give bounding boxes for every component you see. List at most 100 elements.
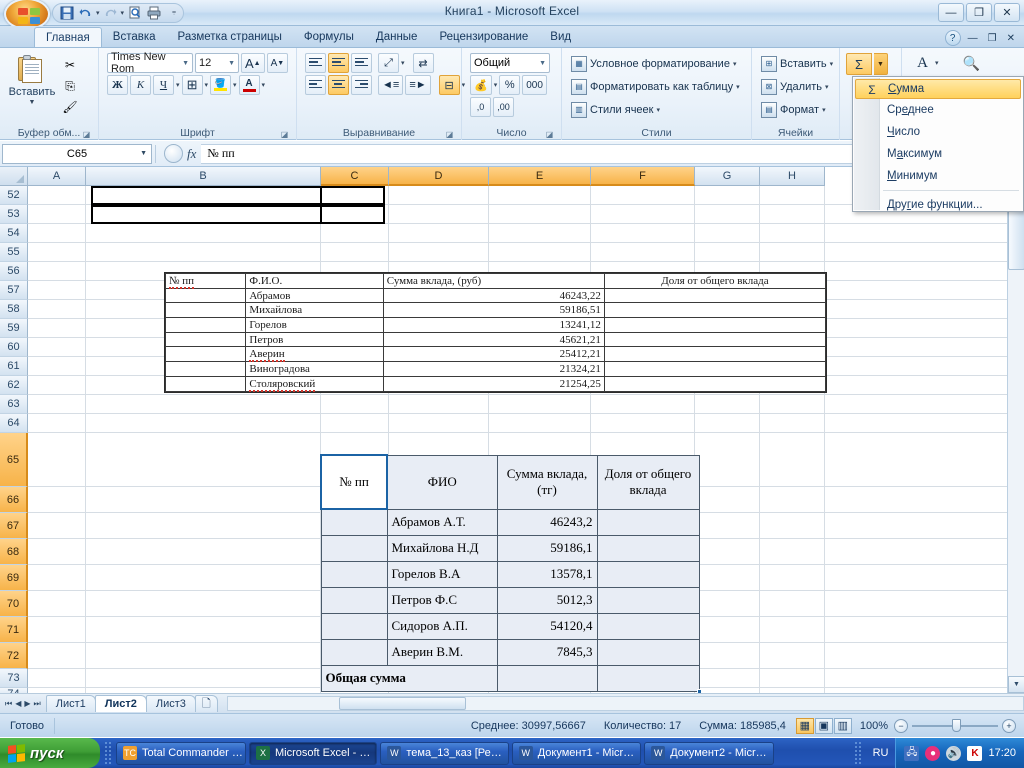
cell-styles-button[interactable]: ▥ Стили ячеек ▾ [568,99,743,120]
cell-e69[interactable]: 5012,3 [496,586,598,614]
paste-caret-icon[interactable]: ▼ [29,99,36,106]
align-right-button[interactable] [351,75,372,95]
column-header-h[interactable]: H [760,167,825,186]
row-header-67[interactable]: 67 [0,513,28,539]
column-header-b[interactable]: B [86,167,321,186]
alignment-dialog-launcher[interactable]: ◪ [444,129,455,140]
language-indicator[interactable]: RU [866,747,896,759]
normal-view-icon[interactable]: ▦ [795,717,814,734]
column-header-e[interactable]: E [489,167,591,186]
cell-d69[interactable]: Петров Ф.С [386,586,498,614]
tab-dannye[interactable]: Данные [365,27,429,47]
menu-item-chislo[interactable]: Число [853,121,1023,143]
horizontal-scroll-thumb[interactable] [339,697,467,710]
bold-button[interactable]: Ж [107,75,128,95]
cell-e65[interactable]: Сумма вклада, (тг) [496,454,598,510]
borders-caret-icon[interactable]: ▾ [205,81,209,89]
fill-color-button[interactable]: 🪣 [210,75,232,95]
autosum-caret-icon[interactable]: ▼ [874,53,888,75]
bordered-cell-b52[interactable] [91,186,349,205]
menu-item-minimum[interactable]: Минимум [853,165,1023,187]
tab-razmetka[interactable]: Разметка страницы [167,27,293,47]
borders-button[interactable]: ⊞ [181,75,203,95]
cut-icon[interactable]: ✂ [60,55,80,75]
column-header-c[interactable]: C [321,167,389,186]
minimize-button[interactable]: — [938,3,964,22]
pasted-table-image[interactable]: № пп Ф.И.О. Сумма вклада, (руб) Доля от … [164,272,827,393]
taskbar-item-document1[interactable]: W Документ1 - Micr… [511,741,642,765]
help-icon[interactable]: ? [944,30,961,46]
fill-caret-icon[interactable]: ▾ [935,59,939,67]
align-middle-button[interactable] [328,53,349,73]
cell-d68[interactable]: Горелов В.А [386,560,498,588]
currency-button[interactable]: 💰 [470,75,492,95]
menu-item-other-functions[interactable]: Другие функции... [853,194,1023,216]
row-header-61[interactable]: 61 [0,357,28,376]
cell-c70[interactable] [320,612,388,640]
merge-center-button[interactable]: ⊟ [438,75,460,95]
tab-recenzirovanie[interactable]: Рецензирование [428,27,539,47]
clock[interactable]: 17:20 [988,747,1016,759]
row-header-58[interactable]: 58 [0,300,28,319]
column-header-a[interactable]: A [28,167,86,186]
grid-cells[interactable]: № пп Ф.И.О. Сумма вклада, (руб) Доля от … [28,186,1024,693]
insert-function-icon[interactable]: fx [187,146,196,162]
row-header-54[interactable]: 54 [0,224,28,243]
taskbar-item-total-commander[interactable]: TC Total Commander … [116,741,246,765]
row-header-63[interactable]: 63 [0,395,28,414]
thousands-button[interactable]: 000 [522,75,547,95]
row-header-62[interactable]: 62 [0,376,28,395]
zoom-knob[interactable] [952,718,961,732]
tab-vid[interactable]: Вид [539,27,582,47]
orientation-caret-icon[interactable]: ▾ [401,59,405,67]
volume-icon[interactable]: 🔊 [946,745,962,761]
fill-color-caret-icon[interactable]: ▾ [233,81,237,89]
select-all-button[interactable] [0,167,28,186]
cell-f65[interactable]: Доля от общего вклада [596,454,700,510]
cell-f72[interactable] [596,664,702,693]
scroll-down-button[interactable]: ▼ [1008,676,1024,693]
number-dialog-launcher[interactable]: ◪ [544,129,555,140]
number-format-combo[interactable]: Общий ▼ [470,53,550,73]
wrap-text-button[interactable]: ⇄ [412,53,434,73]
clipboard-dialog-launcher[interactable]: ◪ [81,129,92,140]
cell-d66[interactable]: Абрамов А.Т. [386,508,498,536]
last-sheet-icon[interactable]: ⏭ [34,699,41,709]
paste-button[interactable]: Вставить ▼ [4,53,60,106]
shrink-font-button[interactable]: A ▼ [266,53,289,73]
page-layout-view-icon[interactable]: ▣ [814,717,833,734]
sheet-tab-list2[interactable]: Лист2 [94,695,147,712]
maximize-button[interactable]: ❐ [966,3,992,22]
zoom-track[interactable] [912,718,998,732]
minimize-ribbon-button[interactable]: — [965,33,981,44]
cell-c66[interactable] [320,508,388,536]
font-size-combo[interactable]: 12 ▼ [195,53,239,73]
menu-item-summa[interactable]: Σ Сумма [855,79,1021,99]
autosum-button[interactable]: Σ [846,53,872,75]
row-header-60[interactable]: 60 [0,338,28,357]
cell-e72[interactable] [496,664,598,692]
cell-c68[interactable] [320,560,388,588]
cell-d67[interactable]: Михайлова Н.Д [386,534,498,562]
cell-e66[interactable]: 46243,2 [496,508,598,536]
sheet-tab-list3[interactable]: Лист3 [145,695,196,712]
row-header-57[interactable]: 57 [0,281,28,300]
row-header-68[interactable]: 68 [0,539,28,565]
row-header-55[interactable]: 55 [0,243,28,262]
find-icon[interactable]: 🔍 [959,53,984,73]
increase-indent-button[interactable]: ≡► [405,75,431,95]
cell-d71[interactable]: Аверин В.М. [386,638,498,666]
column-header-d[interactable]: D [389,167,489,186]
cell-c69[interactable] [320,586,388,614]
kaspersky-icon[interactable]: K [967,745,983,761]
cell-e68[interactable]: 13578,1 [496,560,598,588]
first-sheet-icon[interactable]: ⏮ [5,699,12,709]
increase-decimal-button[interactable]: ,0 [470,97,491,117]
font-name-combo[interactable]: Times New Rom ▼ [107,51,193,75]
row-header-69[interactable]: 69 [0,565,28,591]
cell-c67[interactable] [320,534,388,562]
insert-sheet-icon[interactable]: 🗋 [194,695,218,712]
decrease-decimal-button[interactable]: ,00 [493,97,514,117]
column-header-g[interactable]: G [695,167,760,186]
row-header-71[interactable]: 71 [0,617,28,643]
